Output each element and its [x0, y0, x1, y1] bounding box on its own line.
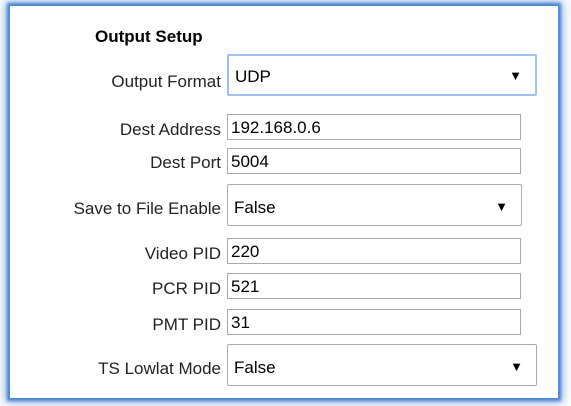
- dest-port-label: Dest Port: [150, 153, 221, 172]
- ts-lowlat-mode-value: False: [234, 358, 276, 377]
- chevron-down-icon: ▼: [495, 199, 508, 214]
- dest-address-label: Dest Address: [119, 120, 221, 139]
- ts-lowlat-mode-select[interactable]: False ▼: [227, 344, 537, 386]
- dest-address-input[interactable]: 192.168.0.6: [227, 114, 521, 140]
- chevron-down-icon: ▼: [509, 68, 522, 83]
- save-to-file-enable-value: False: [234, 198, 276, 217]
- pcr-pid-label: PCR PID: [152, 279, 221, 298]
- pmt-pid-label: PMT PID: [152, 315, 221, 334]
- chevron-down-icon: ▼: [510, 359, 523, 374]
- pmt-pid-input[interactable]: 31: [227, 309, 521, 335]
- video-pid-input[interactable]: 220: [227, 238, 521, 264]
- output-format-label: Output Format: [111, 72, 221, 91]
- video-pid-label: Video PID: [144, 244, 221, 263]
- output-setup-panel: Output Setup Output Format UDP ▼ Dest Ad…: [10, 6, 558, 398]
- output-format-select[interactable]: UDP ▼: [227, 54, 537, 96]
- dest-port-input[interactable]: 5004: [227, 148, 521, 174]
- save-to-file-enable-label: Save to File Enable: [73, 199, 221, 218]
- save-to-file-enable-select[interactable]: False ▼: [227, 184, 522, 226]
- ts-lowlat-mode-label: TS Lowlat Mode: [98, 359, 221, 378]
- pcr-pid-input[interactable]: 521: [227, 273, 521, 299]
- output-format-value: UDP: [235, 67, 271, 86]
- section-title: Output Setup: [95, 27, 203, 46]
